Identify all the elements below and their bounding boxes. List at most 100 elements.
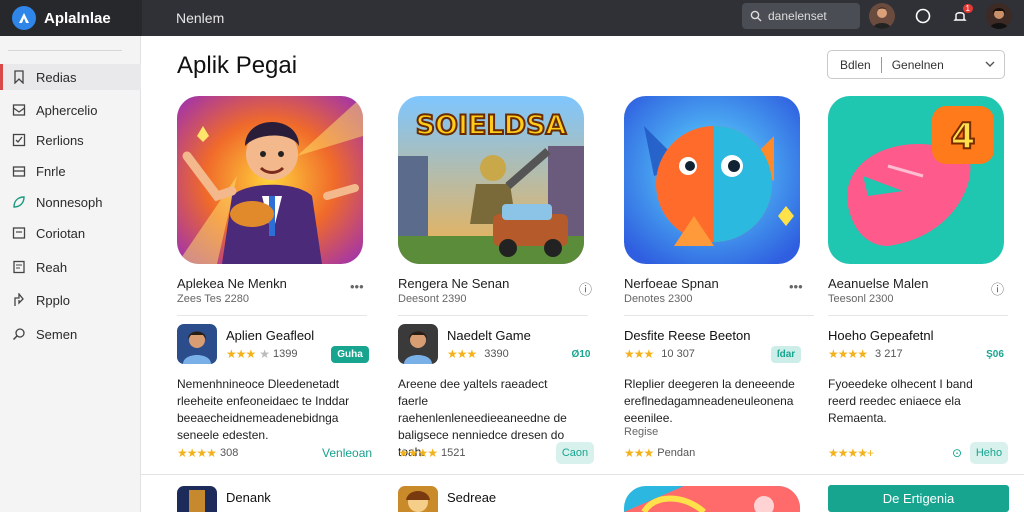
app-pill-badge-1[interactable]: Guha [331, 346, 369, 363]
notification-bell-icon[interactable]: 1 [949, 4, 973, 27]
card-icon [12, 226, 26, 240]
sidebar-item-label: Nonnesoph [36, 194, 103, 210]
user-avatar[interactable] [869, 3, 895, 29]
sidebar-item-6[interactable]: Coriotan [0, 220, 141, 246]
featured-tile-2-logo-text: SOIELDSA [416, 110, 567, 141]
row-divider [141, 474, 1024, 475]
app-name: Aplalnlae [44, 9, 111, 27]
app-name-4[interactable]: Hoeho Gepeafetnl [828, 328, 934, 343]
profile-avatar[interactable] [986, 3, 1012, 29]
sidebar-item-label: Rpplo [36, 292, 70, 308]
featured-title-1[interactable]: Aplekea Ne Menkn [177, 276, 287, 291]
app-bottom-meta-4: ★★★★+ [828, 446, 877, 460]
rating-stars: ★★★★ [828, 347, 868, 361]
sidebar-divider [8, 50, 122, 51]
cta-button[interactable]: De Ertigenia [828, 485, 1009, 512]
bottom-rating-stars: ★★★★ [177, 446, 217, 460]
info-icon[interactable]: ⓘ [579, 279, 592, 298]
sidebar-item-5[interactable]: Nonnesoph [0, 189, 141, 215]
featured-title-2[interactable]: Rengera Ne Senan [398, 276, 509, 291]
brand[interactable]: Aplalnlae [0, 0, 142, 36]
featured-subtitle-3: Denotes 2300 [624, 293, 693, 305]
rating-stars: ★★★ [624, 347, 654, 361]
app-pill-badge-3[interactable]: ſdar [771, 346, 801, 363]
sidebar-item-2[interactable]: Aphercelio [0, 97, 141, 123]
app-action-button-4[interactable]: Heho [970, 442, 1008, 464]
notification-badge: 1 [962, 4, 973, 13]
search-icon [750, 10, 762, 22]
leaf-icon [12, 195, 26, 209]
bookmark-icon [12, 70, 26, 84]
top-bar: Aplalnlae Nenlem danelenset 1 [0, 0, 1024, 36]
sidebar-item-label: Coriotan [36, 225, 86, 241]
filter-separator [880, 56, 882, 73]
sidebar-item-label: Aphercelio [36, 102, 98, 118]
app-pill-badge-2[interactable]: Ø10 [566, 346, 596, 363]
top-nav-link[interactable]: Nenlem [176, 10, 224, 26]
status-circle-icon[interactable] [912, 5, 934, 27]
app-action-link-1[interactable]: Venleoan [322, 446, 372, 460]
bottom-rating-stars: ★★★★ [398, 446, 438, 460]
featured-tile-2[interactable]: SOIELDSA [398, 96, 584, 264]
search-input[interactable]: danelenset [742, 3, 860, 29]
sidebar-item-7[interactable]: Reah [0, 254, 141, 280]
app-thumb-1[interactable] [177, 324, 217, 364]
sidebar-item-1[interactable]: Redias [0, 64, 141, 90]
app-rating-row-4: ★★★★ 3 217 [828, 347, 903, 361]
featured-tile-1[interactable] [177, 96, 363, 264]
featured-title-4[interactable]: Aeanuelse Malen [828, 276, 928, 291]
app-name-2[interactable]: Naedelt Game [447, 328, 531, 343]
app-description-1: Nemenhnineoce Dleedenetadt rleeheite enf… [177, 377, 350, 442]
rating-count: 1399 [273, 348, 298, 360]
row2-app-name-1[interactable]: Denank [226, 490, 271, 505]
app-logo-icon [12, 6, 36, 30]
app-extra-label: Regise [624, 426, 659, 438]
column-divider [828, 315, 1008, 316]
featured-tile-3[interactable] [624, 96, 800, 264]
app-action-button-2[interactable]: Caon [556, 442, 594, 464]
featured-subtitle-4: Teesonl 2300 [828, 293, 894, 305]
filter-dropdown[interactable]: Bdlen Genelnen [827, 50, 1005, 79]
featured-tile-4[interactable]: 4 [828, 96, 1004, 264]
sidebar-item-label: Fnrle [36, 163, 66, 179]
rating-stars: ★★★ [447, 347, 477, 361]
app-name-3[interactable]: Desfite Reese Beeton [624, 328, 750, 343]
sidebar-item-label: Rerlions [36, 132, 84, 148]
app-rating-row-1: ★★★ ★ 1399 [226, 347, 298, 361]
share-icon [12, 293, 26, 307]
app-name-1[interactable]: Aplien Geafleol [226, 328, 314, 343]
app-rating-row-3: ★★★ 10 307 [624, 347, 695, 361]
app-bottom-meta-3: ★★★ Pendan [624, 446, 695, 460]
featured-tile-4-number: 4 [950, 116, 975, 157]
row2-thumb-1[interactable] [177, 486, 217, 512]
info-icon[interactable]: ⓘ [991, 279, 1004, 298]
app-bottom-meta-2: ★★★★ 1521 [398, 446, 466, 460]
row2-app-name-2[interactable]: Sedreae [447, 490, 496, 505]
featured-title-3[interactable]: Nerfoeae Spnan [624, 276, 719, 291]
chevron-down-icon [985, 61, 995, 67]
column-divider [177, 315, 367, 316]
row2-tile-3[interactable] [624, 486, 800, 512]
featured-subtitle-2: Deesont 2390 [398, 293, 467, 305]
verified-icon: ⊙ [952, 446, 963, 460]
sidebar-item-label: Semen [36, 326, 78, 342]
sidebar-item-4[interactable]: Fnrle [0, 158, 141, 184]
sidebar-item-9[interactable]: Semen [0, 321, 141, 347]
app-thumb-2[interactable] [398, 324, 438, 364]
search-icon [12, 327, 26, 341]
sidebar-item-8[interactable]: Rpplo [0, 287, 141, 313]
more-options-icon[interactable]: ••• [789, 279, 803, 294]
page-title: Aplik Pegai [177, 52, 298, 79]
row2-thumb-2[interactable] [398, 486, 438, 512]
app-bottom-meta-1: ★★★★ 308 [177, 446, 238, 460]
app-description-4: Fyoeedeke olhecent I band reerd reedec e… [828, 377, 973, 425]
column-divider [398, 315, 588, 316]
bottom-meta-value: Pendan [657, 447, 696, 459]
checkbox-icon [12, 133, 26, 147]
sidebar-item-label: Redias [36, 69, 77, 85]
bottom-meta-value: 308 [220, 447, 239, 459]
app-pill-badge-4[interactable]: Ş06 [980, 346, 1010, 363]
rating-stars: ★★★ [226, 347, 256, 361]
sidebar-item-3[interactable]: Rerlions [0, 127, 141, 153]
more-options-icon[interactable]: ••• [350, 279, 364, 294]
